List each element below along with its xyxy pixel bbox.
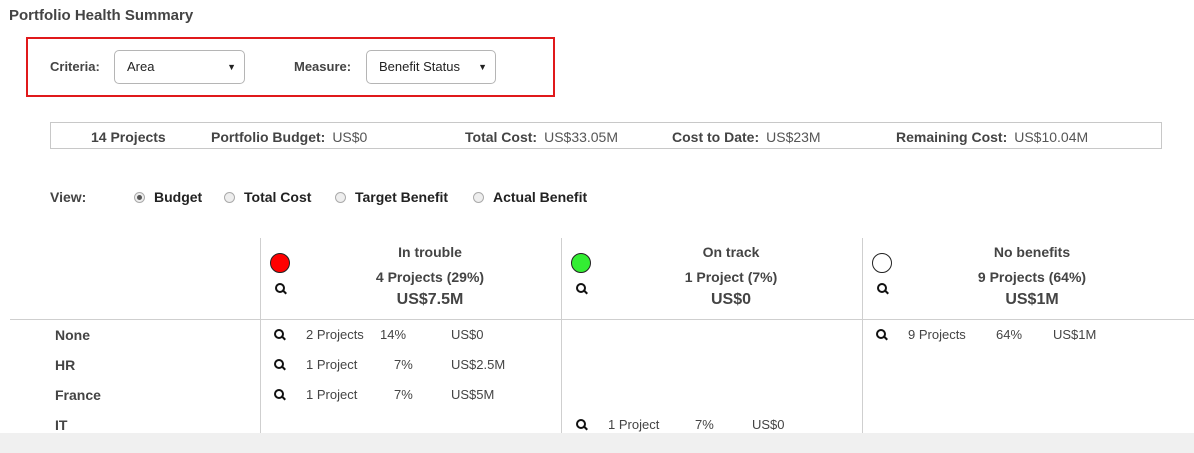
column-project-count: 4 Projects (29%) <box>375 269 485 285</box>
search-icon[interactable] <box>274 329 286 341</box>
horizontal-scrollbar[interactable] <box>0 433 1194 453</box>
radio-icon <box>473 192 484 203</box>
column-amount: US$1M <box>1005 291 1059 308</box>
column-amount: US$7.5M <box>396 291 464 308</box>
row-label-hr: HR <box>55 357 76 373</box>
view-label: View: <box>50 189 87 205</box>
cell-projects: 1 Project <box>608 417 660 432</box>
cell-percent: 64% <box>996 327 1023 342</box>
criteria-select[interactable]: Area ▼ <box>114 50 245 84</box>
summary-remaining-cost: Remaining Cost: US$10.04M <box>896 129 1089 145</box>
view-selector: View: Budget Total Cost Target Benefit A… <box>50 188 650 208</box>
column-status-name: In trouble <box>398 244 462 260</box>
column-header-in-trouble: In trouble 4 Projects (29%) US$7.5M <box>260 238 560 319</box>
cell-amount: US$2.5M <box>451 357 506 372</box>
view-option-target-benefit[interactable]: Target Benefit <box>335 189 448 205</box>
filter-panel: Criteria: Area ▼ Measure: Benefit Status… <box>26 37 555 97</box>
search-icon[interactable] <box>275 283 287 295</box>
view-option-total-cost[interactable]: Total Cost <box>224 189 311 205</box>
search-icon[interactable] <box>876 329 888 341</box>
white-status-icon <box>872 253 892 273</box>
cell-projects: 9 Projects <box>908 327 966 342</box>
search-icon[interactable] <box>274 389 286 401</box>
cell-projects: 1 Project <box>306 357 358 372</box>
criteria-label: Criteria: <box>50 59 100 74</box>
red-status-icon <box>270 253 290 273</box>
cell-amount: US$0 <box>451 327 484 342</box>
column-status-name: On track <box>702 244 760 260</box>
view-option-actual-benefit[interactable]: Actual Benefit <box>473 189 587 205</box>
portfolio-summary-bar: 14 Projects Portfolio Budget: US$0 Total … <box>50 122 1162 149</box>
cell-amount: US$1M <box>1053 327 1097 342</box>
page-title: Portfolio Health Summary <box>9 7 194 24</box>
summary-budget: Portfolio Budget: US$0 <box>211 129 368 145</box>
column-header-on-track: On track 1 Project (7%) US$0 <box>561 238 861 319</box>
cell-projects: 2 Projects <box>306 327 364 342</box>
measure-select-value: Benefit Status <box>379 59 460 74</box>
column-project-count: 1 Project (7%) <box>684 269 778 285</box>
cell-percent: 7% <box>695 417 714 432</box>
measure-select[interactable]: Benefit Status ▼ <box>366 50 496 84</box>
search-icon[interactable] <box>877 283 889 295</box>
column-amount: US$0 <box>710 291 752 308</box>
radio-icon <box>335 192 346 203</box>
cell-projects: 1 Project <box>306 387 358 402</box>
row-label-france: France <box>55 387 101 403</box>
chevron-down-icon: ▼ <box>478 62 487 72</box>
header-divider <box>10 319 1194 320</box>
cell-amount: US$5M <box>451 387 495 402</box>
column-project-count: 9 Projects (64%) <box>977 269 1087 285</box>
health-grid: In trouble 4 Projects (29%) US$7.5M On t… <box>0 238 1194 433</box>
row-label-none: None <box>55 327 90 343</box>
measure-label: Measure: <box>294 59 352 74</box>
view-option-budget[interactable]: Budget <box>134 189 202 205</box>
row-label-it: IT <box>55 417 68 433</box>
summary-total-cost: Total Cost: US$33.05M <box>465 129 619 145</box>
search-icon[interactable] <box>576 419 588 431</box>
radio-checked-icon <box>134 192 145 203</box>
green-status-icon <box>571 253 591 273</box>
radio-icon <box>224 192 235 203</box>
summary-cost-to-date: Cost to Date: US$23M <box>672 129 821 145</box>
column-status-name: No benefits <box>993 244 1071 260</box>
chevron-down-icon: ▼ <box>227 62 236 72</box>
summary-projects: 14 Projects <box>91 129 166 145</box>
search-icon[interactable] <box>576 283 588 295</box>
cell-percent: 7% <box>394 387 413 402</box>
cell-amount: US$0 <box>752 417 785 432</box>
column-header-no-benefits: No benefits 9 Projects (64%) US$1M <box>862 238 1162 319</box>
cell-percent: 7% <box>394 357 413 372</box>
cell-percent: 14% <box>380 327 407 342</box>
criteria-select-value: Area <box>127 59 155 74</box>
search-icon[interactable] <box>274 359 286 371</box>
